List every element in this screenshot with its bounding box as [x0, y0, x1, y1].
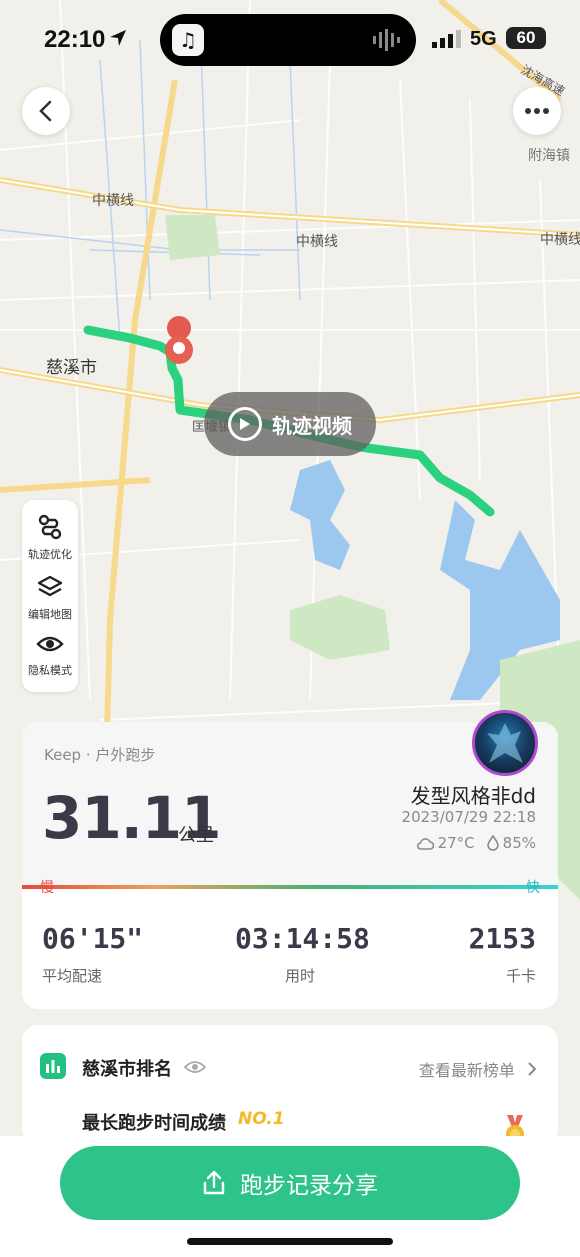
run-datetime: 2023/07/29 22:18	[401, 808, 536, 826]
view-leaderboard-label: 查看最新榜单	[418, 1061, 515, 1080]
route-optimize-icon	[38, 514, 62, 540]
stat-avg-pace: 06'15" 平均配速	[42, 922, 143, 986]
share-run-button[interactable]: 跑步记录分享	[60, 1146, 520, 1220]
share-icon	[203, 1170, 225, 1195]
ranking-title: 慈溪市排名	[82, 1059, 172, 1080]
stat-duration: 03:14:58 用时	[235, 922, 370, 986]
clock: 22:10	[44, 26, 106, 53]
home-indicator[interactable]	[187, 1238, 393, 1245]
stat-label: 千卡	[505, 967, 536, 985]
run-source: Keep · 户外跑步	[44, 746, 156, 764]
ranking-item-label: 最长跑步时间成绩	[82, 1113, 226, 1134]
fast-label: 快	[526, 880, 540, 896]
tool-edit-map[interactable]: 编辑地图	[22, 574, 78, 622]
status-bar: 22:10 ♫ 5G 60	[0, 0, 580, 80]
tool-privacy-mode[interactable]: 隐私模式	[22, 632, 78, 678]
ranking-card[interactable]: 慈溪市排名 查看最新榜单 最长跑步时间成绩 NO.1	[22, 1025, 558, 1145]
ranking-position: NO.1	[238, 1109, 285, 1129]
signal-icon	[432, 30, 461, 48]
cloud-icon	[416, 838, 434, 850]
map-tools-panel: 轨迹优化 编辑地图 隐私模式	[22, 500, 78, 692]
stat-value: 06'15"	[42, 922, 144, 955]
bottom-bar: 跑步记录分享	[0, 1136, 580, 1257]
map-label: 中横线	[92, 192, 134, 208]
location-arrow-icon	[110, 30, 126, 46]
chevron-right-icon	[528, 1062, 537, 1076]
tool-label: 编辑地图	[28, 608, 72, 621]
run-summary-card: Keep · 户外跑步 31.11 公里 发型风格非dd 2023/07/29 …	[22, 722, 558, 1009]
back-button[interactable]	[22, 87, 70, 135]
map-label: 中横线	[296, 233, 338, 249]
humidity-drop-icon	[486, 835, 499, 851]
stat-label: 平均配速	[42, 967, 103, 985]
dynamic-island[interactable]: ♫	[160, 14, 416, 66]
avatar-figure-icon	[487, 723, 523, 763]
distance-unit: 公里	[178, 825, 214, 846]
temperature: 27°C	[437, 834, 475, 852]
username[interactable]: 发型风格非dd	[411, 780, 536, 809]
play-icon	[228, 407, 262, 441]
stat-label: 用时	[284, 967, 315, 985]
network-type: 5G	[470, 28, 497, 50]
map-label: 慈溪市	[46, 358, 97, 377]
slow-label: 慢	[40, 880, 54, 896]
track-video-label: 轨迹视频	[272, 413, 352, 438]
more-dots-icon	[525, 108, 549, 114]
avatar[interactable]	[472, 710, 538, 776]
map-label: 中横线	[540, 231, 580, 247]
track-video-button[interactable]: 轨迹视频	[204, 392, 376, 456]
music-app-icon: ♫	[172, 24, 204, 56]
tool-route-optimize[interactable]: 轨迹优化	[22, 514, 78, 562]
eye-icon	[36, 636, 64, 652]
view-leaderboard-link[interactable]: 查看最新榜单	[419, 1057, 538, 1081]
tool-label: 隐私模式	[28, 664, 72, 677]
pace-color-bar	[22, 885, 558, 889]
stat-value: 03:14:58	[235, 922, 370, 955]
map-label: 附海镇	[528, 147, 570, 163]
stat-value: 2153	[468, 922, 536, 955]
more-button[interactable]	[513, 87, 561, 135]
stat-calories: 2153 千卡	[469, 922, 536, 986]
battery-indicator: 60	[506, 27, 546, 49]
share-run-label: 跑步记录分享	[240, 1173, 378, 1199]
tool-label: 轨迹优化	[28, 548, 72, 561]
chevron-left-icon	[39, 100, 52, 122]
layers-icon	[37, 575, 63, 597]
ranking-chart-icon	[40, 1053, 66, 1079]
humidity: 85%	[502, 834, 536, 852]
audio-wave-icon	[373, 29, 400, 51]
visibility-eye-icon[interactable]	[184, 1059, 206, 1075]
weather: 27°C 85%	[416, 834, 536, 852]
